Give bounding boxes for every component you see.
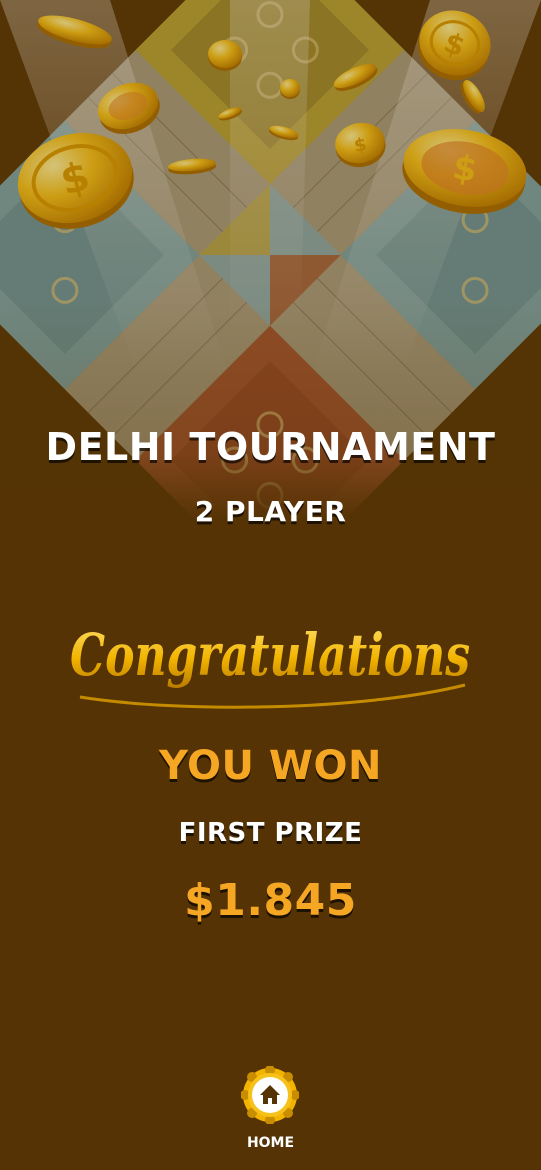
congratulations-text: Congratulations	[70, 621, 470, 689]
home-button[interactable]	[240, 1065, 300, 1125]
win-headline: YOU WON	[158, 743, 383, 789]
congratulations-banner: Congratulations	[60, 585, 481, 720]
prize-label: FIRST PRIZE	[178, 818, 363, 848]
player-mode: 2 PLAYER	[194, 495, 347, 528]
tournament-title: DELHI TOURNAMENT	[45, 425, 496, 469]
home-icon	[240, 1065, 300, 1125]
home-label: HOME	[246, 1135, 295, 1151]
prize-amount: $1.845	[184, 875, 357, 926]
